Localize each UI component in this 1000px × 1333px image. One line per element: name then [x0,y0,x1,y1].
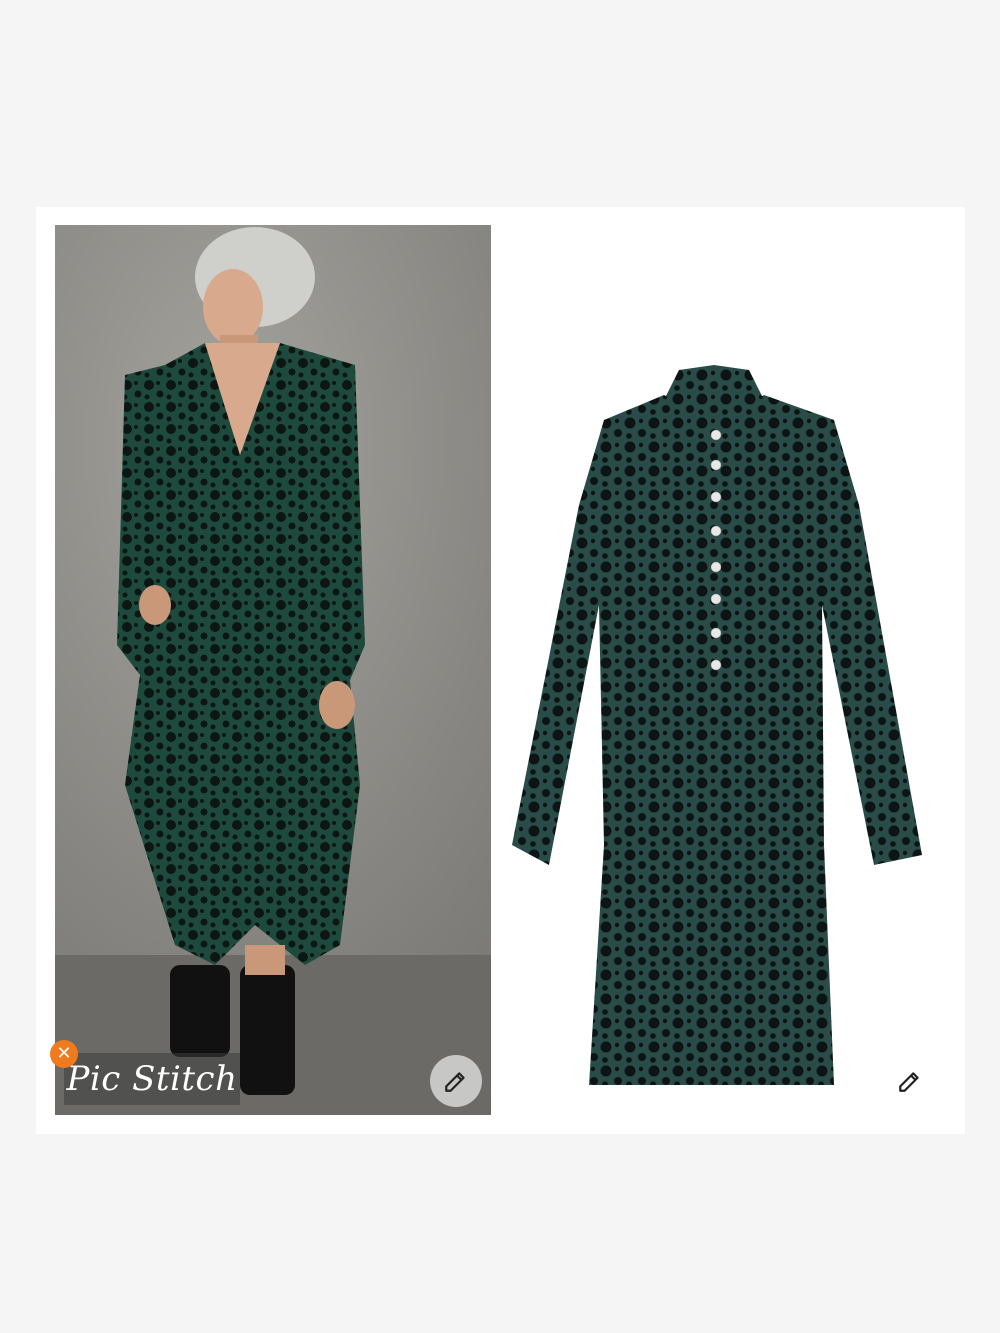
edit-left-photo-button[interactable] [430,1055,482,1107]
edit-right-photo-button[interactable] [893,1064,927,1098]
watermark-text: Pic Stitch [66,1059,238,1099]
jumpsuit-photo [55,225,491,1115]
pencil-icon [445,1072,465,1092]
pic-stitch-watermark: Pic Stitch [64,1053,240,1105]
remove-watermark-button[interactable]: ✕ [50,1040,78,1068]
right-photo-panel[interactable] [504,225,948,1115]
dress-photo [512,365,922,1085]
pencil-icon [899,1072,919,1092]
close-icon: ✕ [56,1043,72,1064]
left-photo-panel[interactable] [55,225,491,1115]
